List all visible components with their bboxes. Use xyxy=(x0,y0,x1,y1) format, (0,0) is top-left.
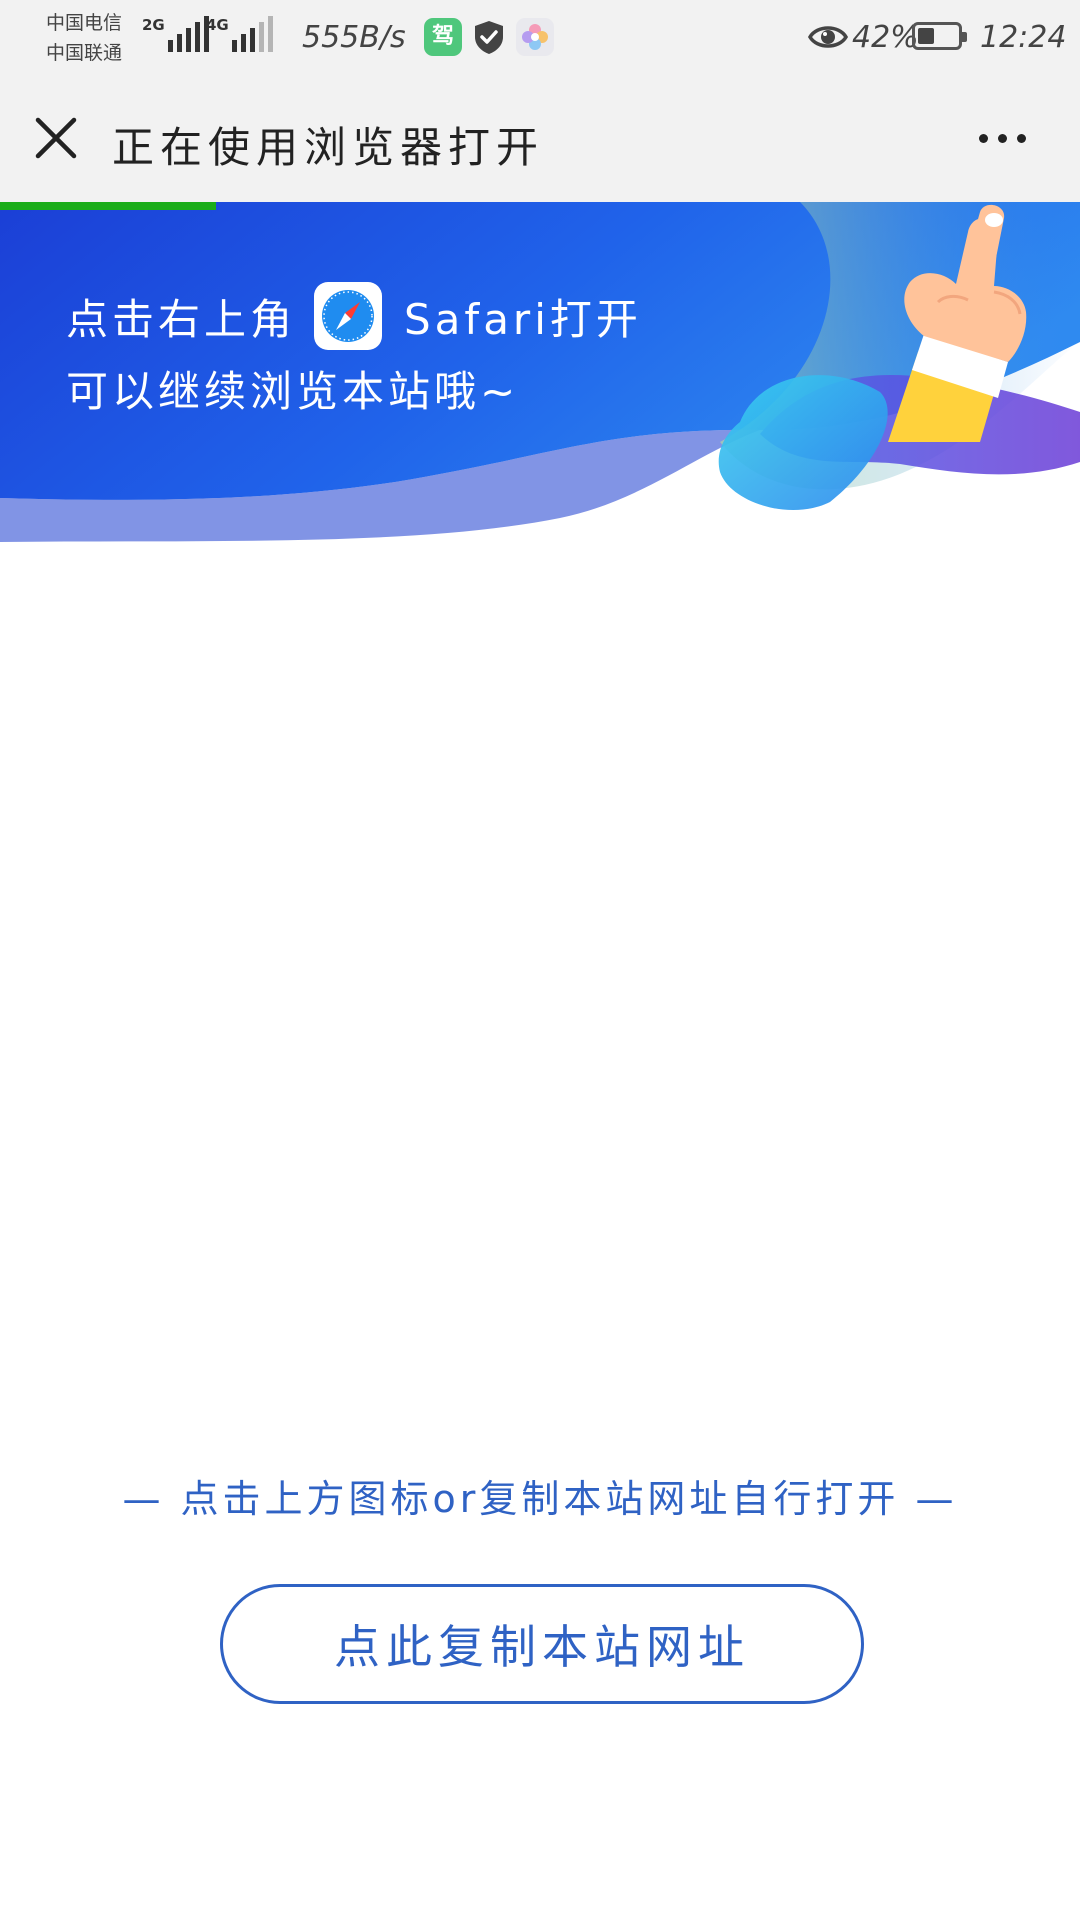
open-in-browser-banner: 点击右上角 Safari打开 可以继续浏览本站哦~ xyxy=(0,202,1080,542)
signal-1-tag: 2G xyxy=(142,16,165,34)
signal-bars-icon xyxy=(231,16,273,52)
copy-url-button[interactable]: 点此复制本站网址 xyxy=(220,1584,864,1704)
eye-icon xyxy=(807,20,849,54)
close-icon xyxy=(35,117,77,159)
carrier-2: 中国联通 xyxy=(46,42,123,64)
safari-icon[interactable] xyxy=(314,282,383,350)
close-button[interactable] xyxy=(28,110,84,166)
banner-line-2: 可以继续浏览本站哦~ xyxy=(66,367,520,416)
page: 中国电信 中国联通 2G 4G 555B/s 驾 42% 12:24 正在使用浏… xyxy=(0,0,1080,1920)
carrier-names: 中国电信 中国联通 xyxy=(46,8,156,68)
drive-app-icon: 驾 xyxy=(424,18,462,56)
page-load-progress xyxy=(0,202,1080,210)
banner-line-1: 点击右上角 Safari打开 xyxy=(66,282,642,350)
banner-line-1-prefix: 点击右上角 xyxy=(66,294,297,344)
status-bar: 中国电信 中国联通 2G 4G 555B/s 驾 42% 12:24 xyxy=(0,0,1080,80)
signal-2: 4G xyxy=(206,16,273,52)
flower-app-icon xyxy=(516,18,554,56)
page-title: 正在使用浏览器打开 xyxy=(112,123,545,172)
signal-1: 2G xyxy=(142,16,209,52)
net-speed: 555B/s xyxy=(302,20,406,55)
more-dots-icon xyxy=(978,133,1026,143)
signal-bars-icon xyxy=(167,16,209,52)
carrier-1: 中国电信 xyxy=(46,12,123,34)
shield-icon xyxy=(470,18,508,56)
title-bar: 正在使用浏览器打开 xyxy=(0,80,1080,202)
pointing-hand-icon xyxy=(888,204,1027,442)
page-load-progress-fill xyxy=(0,202,216,210)
battery-percent: 42% xyxy=(852,20,919,55)
battery-fill xyxy=(918,28,935,44)
banner-line-1-suffix: Safari打开 xyxy=(404,294,642,344)
signal-2-tag: 4G xyxy=(206,16,229,34)
copy-hint-text: — 点击上方图标or复制本站网址自行打开 — xyxy=(122,1477,958,1521)
battery-icon xyxy=(912,22,967,50)
more-menu-button[interactable] xyxy=(962,110,1042,166)
clock: 12:24 xyxy=(980,20,1067,55)
